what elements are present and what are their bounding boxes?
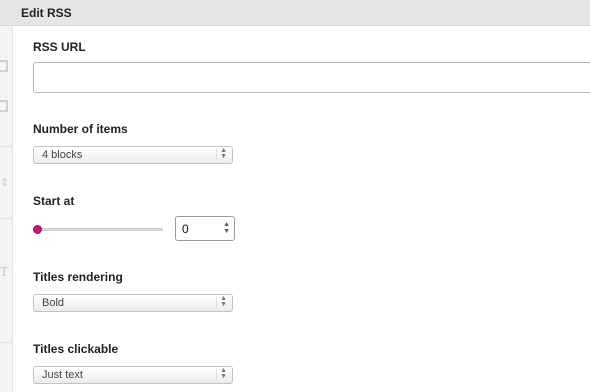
updown-arrows-icon: ▲ ▼ [220, 147, 227, 160]
updown-arrows-icon: ▲ ▼ [220, 367, 227, 380]
number-of-items-value: 4 blocks [42, 149, 83, 161]
titles-rendering-label: Titles rendering [33, 270, 123, 284]
titles-rendering-select[interactable]: Bold ▲ ▼ [33, 294, 233, 312]
dialog-header: Edit RSS [0, 0, 590, 26]
spinner-arrows-icon[interactable]: ▲ ▼ [223, 221, 230, 235]
rss-url-label: RSS URL [33, 40, 86, 54]
start-at-value[interactable]: 0 [182, 222, 189, 236]
titles-clickable-select[interactable]: Just text ▲ ▼ [33, 366, 233, 384]
slider-thumb[interactable] [33, 225, 42, 234]
titles-clickable-value: Just text [42, 369, 83, 381]
titles-clickable-label: Titles clickable [33, 342, 119, 356]
background-sort-icon: ⇕ [0, 177, 10, 189]
background-divider [0, 342, 12, 343]
background-image-icon [0, 100, 8, 112]
select-divider [216, 369, 217, 381]
updown-arrows-icon: ▲ ▼ [220, 295, 227, 308]
dialog-title: Edit RSS [21, 6, 72, 20]
select-divider [216, 297, 217, 309]
slider-track[interactable] [37, 228, 163, 231]
background-toolbar-strip: ⇕ T [0, 26, 13, 392]
number-of-items-select[interactable]: 4 blocks ▲ ▼ [33, 146, 233, 164]
select-divider [216, 149, 217, 161]
start-at-slider[interactable] [33, 222, 163, 236]
background-block-icon [0, 60, 8, 72]
background-divider [0, 218, 12, 219]
start-at-label: Start at [33, 194, 75, 208]
rss-url-input[interactable] [33, 62, 590, 93]
background-text-icon: T [0, 265, 9, 280]
number-of-items-label: Number of items [33, 122, 128, 136]
start-at-number-input[interactable]: 0 ▲ ▼ [175, 216, 235, 241]
titles-rendering-value: Bold [42, 297, 65, 309]
background-divider [0, 146, 12, 147]
